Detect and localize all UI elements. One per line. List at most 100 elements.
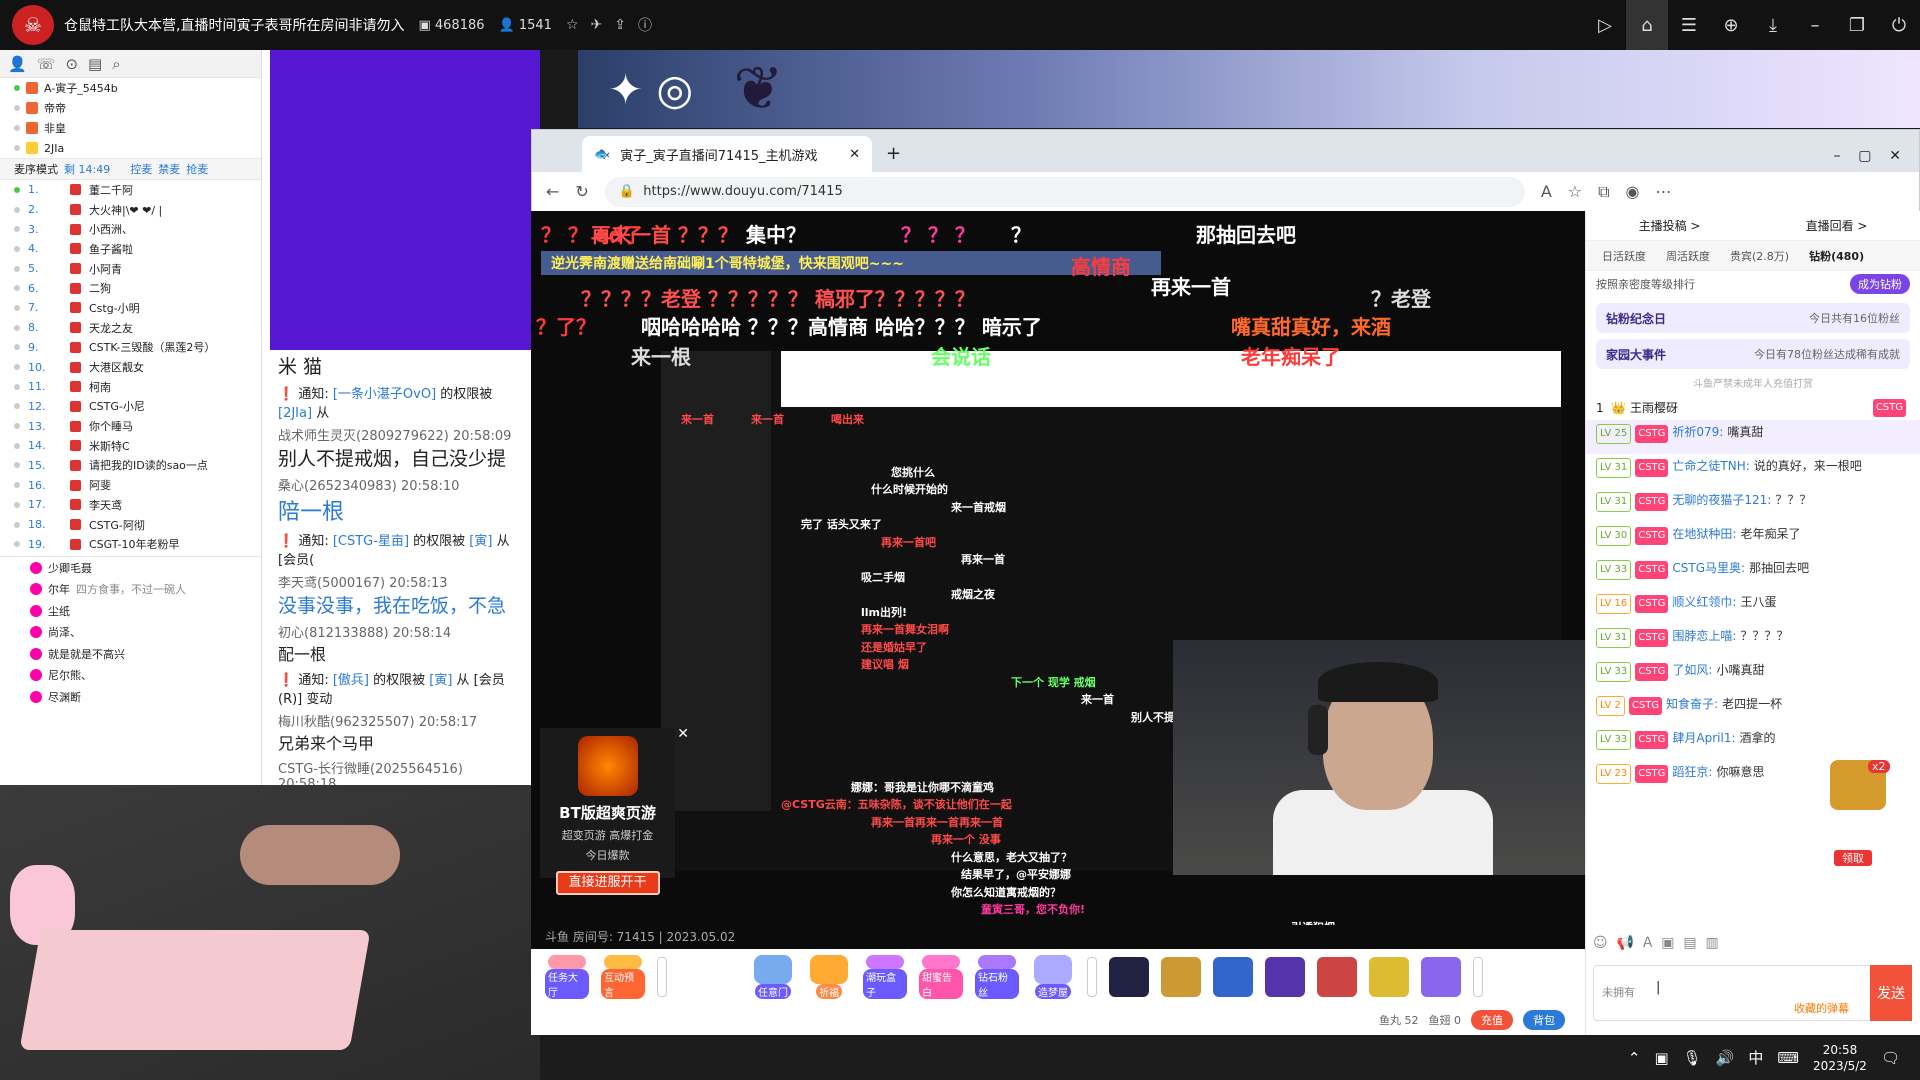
mic-grab-button[interactable]: 抢麦 — [186, 161, 208, 177]
mic-queue-row[interactable]: 17. 李天鸢 — [0, 495, 261, 515]
expand-mid-icon[interactable] — [1087, 957, 1097, 997]
ad-enter-button[interactable]: 直接进服开干 — [555, 871, 660, 895]
game-ad-banner[interactable]: ✦ ◎ ❦ — [578, 50, 1920, 128]
chat-icon[interactable]: ☏ — [37, 55, 56, 73]
mic-queue-row[interactable]: 6. 二狗 — [0, 278, 261, 298]
message-author[interactable]: 李天鸢(5000167) 20:58:13 — [278, 572, 524, 591]
restore-icon[interactable]: ❐ — [1836, 0, 1878, 50]
window-controls[interactable]: – ▢ ✕ — [1833, 148, 1919, 164]
gift-rocket-icon[interactable] — [1213, 957, 1253, 997]
gift-blessing[interactable]: 祈福 — [807, 955, 851, 999]
close-tab-icon[interactable]: ✕ — [849, 147, 860, 162]
channel-user[interactable]: 2JIa — [0, 138, 261, 158]
notice-user-link[interactable]: [傲兵] — [333, 673, 369, 688]
list-icon[interactable]: ☰ — [1668, 0, 1710, 50]
recharge-button[interactable]: 充值 — [1471, 1010, 1513, 1030]
channel-user[interactable]: 非皇 — [0, 118, 261, 138]
tab-diamond-fans[interactable]: 钻粉(480) — [1809, 248, 1864, 264]
favorite-barrage-button[interactable]: 收藏的弹幕 — [1794, 1000, 1849, 1016]
home-events-card[interactable]: 家园大事件 今日有78位粉丝达成稀有成就 — [1596, 339, 1910, 369]
notification-icon[interactable]: 🗨 — [1881, 1049, 1900, 1067]
keyboard-icon[interactable]: ⌨ — [1777, 1049, 1799, 1067]
mic-queue-row[interactable]: 15. 请把我的ID读的sao一点 — [0, 456, 261, 476]
message-author[interactable]: 桑心(2652340983) 20:58:10 — [278, 475, 524, 494]
back-icon[interactable]: ← — [546, 182, 559, 201]
mic-queue-row[interactable]: 8. 天龙之友 — [0, 318, 261, 338]
mic-queue-row[interactable]: 5. 小阿青 — [0, 259, 261, 279]
mic-queue-row[interactable]: 11. 柯南 — [0, 377, 261, 397]
url-input[interactable]: 🔒 https://www.douyu.com/71415 — [604, 176, 1525, 207]
gift-plane-icon[interactable] — [1161, 957, 1201, 997]
become-diamond-fan-button[interactable]: 成为钻粉 — [1850, 274, 1910, 294]
online-user-row[interactable]: 尚泽、 — [0, 622, 261, 644]
power-icon[interactable]: ⏻ — [1878, 0, 1920, 50]
online-user-row[interactable]: 尽渊断 — [0, 686, 261, 708]
new-tab-icon[interactable]: + — [886, 143, 901, 164]
mic-queue-row[interactable]: 10. 大港区靓女 — [0, 357, 261, 377]
expand-right-icon[interactable] — [1473, 957, 1483, 997]
notice-user-link[interactable]: [CSTG-星亩] — [333, 534, 409, 549]
claim-button[interactable]: 领取 — [1834, 850, 1872, 866]
send-button[interactable]: 发送 — [1870, 965, 1912, 1021]
tray-app-icon[interactable]: ▣ — [1654, 1049, 1668, 1067]
clock[interactable]: 20:58 2023/5/2 — [1813, 1042, 1867, 1074]
volume-icon[interactable]: 🔊 — [1716, 1049, 1735, 1067]
danmu-author[interactable]: CSTG马里奥: — [1672, 561, 1745, 575]
tab-vip[interactable]: 贵宾(2.8万) — [1730, 248, 1789, 264]
channel-user[interactable]: A-寅子_5454b — [0, 78, 261, 98]
danmu-author[interactable]: 知食奋子: — [1666, 697, 1718, 711]
danmu-author[interactable]: 蹈狂京: — [1672, 765, 1712, 779]
tab-weekly[interactable]: 周活跃度 — [1666, 248, 1710, 264]
extensions-icon[interactable]: ⧉ — [1598, 182, 1609, 202]
danmu-author[interactable]: 亡命之徒TNH: — [1672, 459, 1749, 473]
gift-item-icon[interactable] — [1109, 957, 1149, 997]
online-user-row[interactable]: 尘纸 — [0, 600, 261, 622]
mic-queue-row[interactable]: 18. CSTG-阿彻 — [0, 515, 261, 535]
message-author[interactable]: 初心(812133888) 20:58:14 — [278, 622, 524, 641]
refresh-icon[interactable]: ↻ — [575, 182, 588, 201]
mic-queue-row[interactable]: 1. 董二千阿 — [0, 180, 261, 200]
info-icon[interactable]: ⓘ — [638, 15, 652, 35]
user-icon[interactable]: 👤 — [8, 55, 27, 73]
online-user-row[interactable]: 尔年 四方食事，不过一碗人 — [0, 579, 261, 601]
gift-gold-icon[interactable] — [1369, 957, 1409, 997]
channel-user[interactable]: 帝帝 — [0, 98, 261, 118]
browser-tab[interactable]: 🐟 寅子_寅子直播间71415_主机游戏 ✕ — [582, 136, 872, 172]
gift-confession[interactable]: 甜蜜告白 — [919, 955, 963, 999]
mic-queue-row[interactable]: 13. 你个睡马 — [0, 416, 261, 436]
search-icon[interactable]: ⌕ — [112, 55, 120, 73]
gift-castle-icon[interactable] — [1421, 957, 1461, 997]
game-ad-popup[interactable]: BT版超爽页游 超变页游 高爆打金 今日爆款 直接进服开干 ✕ — [540, 726, 689, 895]
online-user-row[interactable]: 尼尔熊、 — [0, 665, 261, 687]
gift-task-hall[interactable]: 任务大厅 — [545, 955, 589, 999]
message-author[interactable]: 梅川秋酷(962325507) 20:58:17 — [278, 711, 524, 730]
chat-input[interactable]: 未拥有 | 收藏的弹幕 — [1593, 965, 1911, 1021]
gift-dream-house[interactable]: 造梦屋 — [1031, 955, 1075, 999]
gift-prediction[interactable]: 互动预言 — [601, 955, 645, 999]
notice-user-link[interactable]: [寅] — [429, 673, 452, 688]
gamepad-icon[interactable]: ⊕ — [1710, 0, 1752, 50]
backpack-button[interactable]: 背包 — [1523, 1010, 1565, 1030]
mic-icon[interactable]: 🎙 — [1683, 1049, 1702, 1067]
danmu-author[interactable]: 祈祈079: — [1672, 425, 1723, 439]
gift-toy-box[interactable]: 潮玩盒子 — [863, 955, 907, 999]
tab-daily[interactable]: 日活跃度 — [1602, 248, 1646, 264]
mic-queue-row[interactable]: 2. 大火神|\❤ ❤/ | — [0, 200, 261, 220]
mic-queue-row[interactable]: 7. Cstg-小明 — [0, 298, 261, 318]
doc-icon[interactable]: ▤ — [88, 55, 102, 73]
mic-queue-row[interactable]: 9. CSTK-三毁酸（黑莲2号） — [0, 338, 261, 358]
gift-magic-icon[interactable] — [1265, 957, 1305, 997]
ime-indicator[interactable]: 中 — [1748, 1047, 1763, 1068]
online-user-row[interactable]: 就是就是不高兴 — [0, 643, 261, 665]
profile-icon[interactable]: ◉ — [1626, 182, 1640, 201]
danmu-author[interactable]: 肆月April1: — [1672, 731, 1735, 745]
minimize-icon[interactable]: – — [1794, 0, 1836, 50]
tray-up-icon[interactable]: ⌃ — [1628, 1049, 1641, 1067]
download-icon[interactable]: ⤓ — [1752, 0, 1794, 50]
gift-portal[interactable]: 任意门 — [751, 955, 795, 999]
share-icon[interactable]: ⇪ — [614, 17, 626, 33]
danmu-author[interactable]: 无聊的夜猫子121: — [1672, 493, 1771, 507]
message-author[interactable]: 战术师生灵灭(2809279622) 20:58:09 — [278, 425, 524, 444]
danmu-author[interactable]: 在地狱种田: — [1672, 527, 1736, 541]
mic-control-button[interactable]: 控麦 — [130, 161, 152, 177]
